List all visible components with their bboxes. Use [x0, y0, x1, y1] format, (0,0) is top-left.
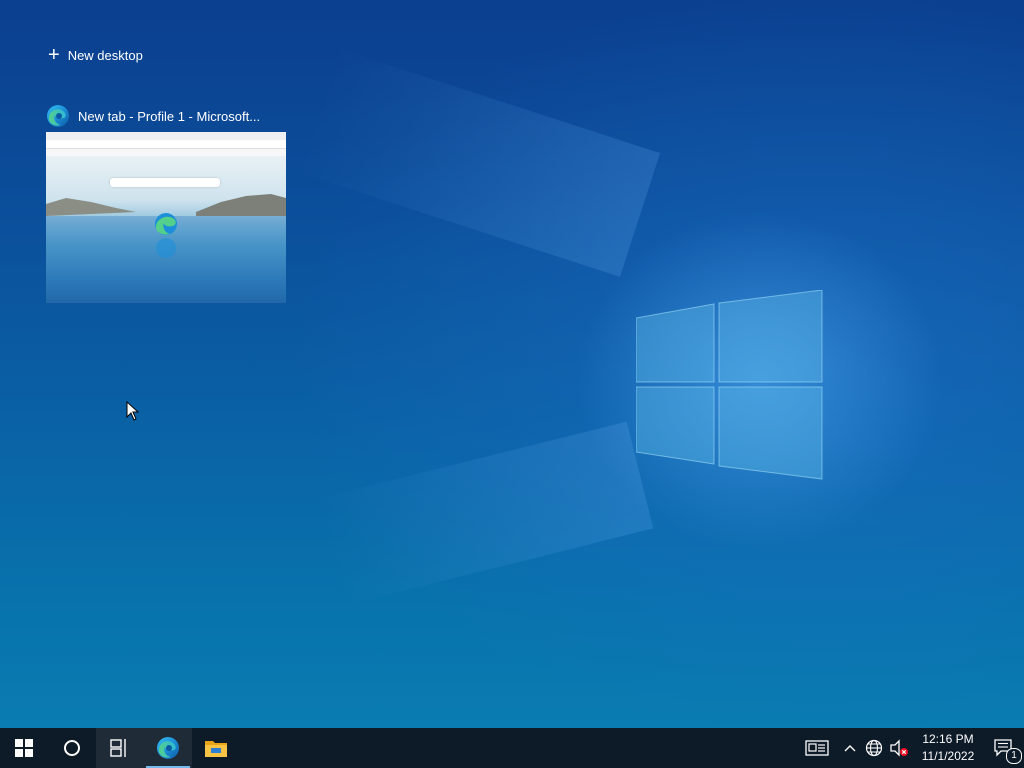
system-tray: 12:16 PM 11/1/2022 1 — [796, 728, 1024, 768]
edge-icon — [47, 105, 69, 127]
chevron-up-icon — [844, 745, 856, 752]
new-desktop-button[interactable]: + New desktop — [40, 40, 151, 70]
news-and-interests-icon — [805, 740, 829, 756]
action-center-button[interactable]: 1 — [984, 728, 1024, 768]
task-view-window-card[interactable]: New tab - Profile 1 - Microsoft... — [46, 102, 286, 303]
taskbar: 12:16 PM 11/1/2022 1 — [0, 728, 1024, 768]
window-title-row: New tab - Profile 1 - Microsoft... — [46, 102, 286, 130]
thumbnail-address-bar — [46, 140, 286, 149]
desktop-background: + New desktop New tab - Profile 1 - Micr… — [0, 0, 1024, 728]
show-hidden-icons-button[interactable] — [838, 728, 862, 768]
window-thumbnail[interactable] — [46, 132, 286, 303]
clock[interactable]: 12:16 PM 11/1/2022 — [916, 731, 980, 765]
edge-icon — [157, 737, 179, 759]
start-button[interactable] — [0, 728, 48, 768]
network-globe-icon — [865, 739, 883, 757]
news-button[interactable] — [796, 728, 838, 768]
volume-button[interactable] — [886, 728, 912, 768]
thumbnail-page-background — [46, 156, 286, 303]
task-view-icon — [110, 739, 126, 757]
window-title: New tab - Profile 1 - Microsoft... — [78, 108, 261, 124]
volume-muted-icon — [890, 739, 908, 757]
clock-time: 12:16 PM — [922, 732, 974, 746]
network-button[interactable] — [862, 728, 886, 768]
search-button[interactable] — [48, 728, 96, 768]
notification-count-badge: 1 — [1006, 748, 1022, 764]
light-beam — [296, 48, 661, 277]
windows-logo-wallpaper — [636, 290, 823, 480]
plus-icon: + — [48, 44, 60, 66]
clock-date: 11/1/2022 — [921, 749, 975, 763]
taskbar-file-explorer-button[interactable] — [192, 728, 240, 768]
task-view-button[interactable] — [96, 728, 144, 768]
file-explorer-icon — [205, 741, 227, 757]
light-beam — [316, 421, 654, 606]
mouse-cursor-icon — [126, 401, 140, 421]
taskbar-edge-button[interactable] — [144, 728, 192, 768]
windows-start-icon — [15, 739, 33, 757]
thumbnail-search-box — [110, 178, 220, 187]
new-desktop-label: New desktop — [67, 47, 143, 63]
thumbnail-tab-bar — [46, 132, 286, 140]
cortana-circle-icon — [64, 740, 80, 756]
